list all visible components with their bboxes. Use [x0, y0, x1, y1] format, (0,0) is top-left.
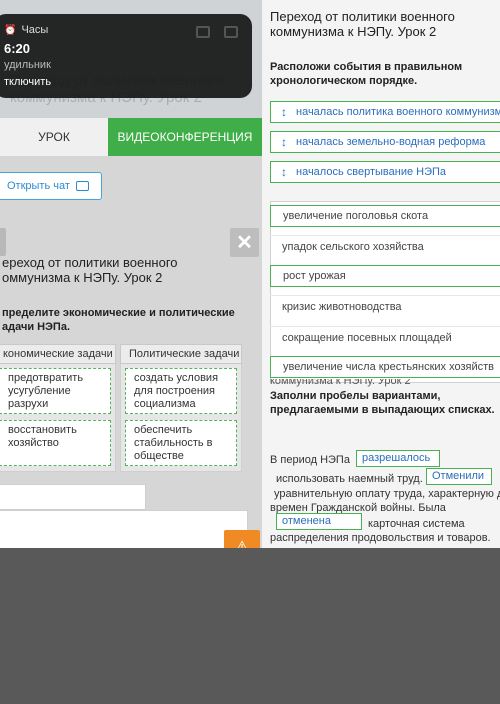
lesson-title: ереход от политики военного оммунизма к … [2, 255, 178, 285]
task-instruction: пределите экономические и политические а… [2, 307, 235, 333]
answer-chip[interactable]: создать условия для построения социализм… [125, 368, 237, 414]
dropdown-option[interactable]: сокращение посевных площадей [270, 326, 500, 348]
select-answer-2[interactable]: Отменили [426, 468, 492, 485]
fill-text: карточная система [368, 518, 465, 530]
drag-arrows-icon[interactable]: ↕ [281, 165, 287, 179]
close-button[interactable]: ✕ [230, 228, 259, 257]
notification-time: 6:20 [4, 41, 31, 56]
economic-tasks-column: кономические задачи предотвратить усугуб… [0, 344, 116, 472]
expand-icon[interactable] [224, 26, 238, 38]
notification-label: удильник [4, 59, 51, 71]
order-item[interactable]: ↕ началась политика военного коммунизма [270, 101, 500, 123]
order-task-instruction: Расположи события в правильном хронологи… [270, 61, 463, 87]
dropdown-option[interactable]: увеличение поголовья скота [270, 205, 500, 227]
column-header: кономические задачи [0, 344, 116, 364]
lesson-title: Переход от политики военного коммунизма … [270, 9, 455, 39]
open-chat-label: Открыть чат [7, 180, 70, 192]
fill-task-instruction: Заполни пробелы вариантами, предлагаемым… [270, 390, 495, 416]
open-chat-button[interactable]: Открыть чат [0, 172, 102, 200]
dropdown-option[interactable]: упадок сельского хозяйства [270, 235, 500, 257]
select-answer-1[interactable]: разрешалось [356, 450, 440, 467]
answer-chip[interactable]: обеспечить стабильность в обществе [125, 420, 237, 466]
order-item[interactable]: ↕ началось свертывание НЭПа [270, 161, 500, 183]
dropdown-option[interactable]: рост урожая [270, 265, 500, 287]
drop-zone[interactable]: предотвратить усугубление разрухи восста… [0, 364, 116, 472]
tab-lesson[interactable]: УРОК [0, 118, 108, 156]
drag-arrows-icon[interactable]: ↕ [281, 135, 287, 149]
page-header: Переход от политики военного коммунизма … [0, 0, 262, 118]
chat-icon [75, 181, 89, 191]
column-header: Политические задачи [120, 344, 242, 364]
right-panel: Переход от политики военного коммунизма … [262, 0, 500, 548]
answer-chip[interactable]: восстановить хозяйство [0, 420, 111, 466]
political-tasks-column: Политические задачи создать условия для … [120, 344, 242, 472]
fill-text: уравнительную оплату труда, характерную … [274, 488, 500, 500]
answer-field[interactable] [0, 484, 146, 510]
drop-zone[interactable]: создать условия для построения социализм… [120, 364, 242, 472]
tab-videoconference[interactable]: ВИДЕОКОНФЕРЕНЦИЯ [108, 118, 262, 156]
dropdown-option[interactable]: увеличение числа крестьянских хозяйств [270, 356, 500, 378]
fill-text: распределения продовольствия и товаров. [270, 532, 491, 544]
alarm-notification[interactable]: ⏰ Часы 6:20 удильник тключить [0, 14, 252, 98]
background-surface [0, 548, 500, 704]
select-answer-3[interactable]: отменена [276, 513, 362, 530]
window-icon[interactable] [196, 26, 210, 38]
notification-app: Часы [21, 24, 49, 36]
order-item[interactable]: ↕ началась земельно-водная реформа [270, 131, 500, 153]
dropdown-option[interactable]: кризис животноводства [270, 295, 500, 317]
tab-bar: УРОК ВИДЕОКОНФЕРЕНЦИЯ [0, 118, 262, 156]
dismiss-alarm-button[interactable]: тключить [4, 76, 252, 88]
answer-chip[interactable]: предотвратить усугубление разрухи [0, 368, 111, 414]
prev-button[interactable] [0, 228, 6, 256]
title-strip: коммунизма к НЭПу. Урок 2 [270, 379, 411, 387]
clock-icon: ⏰ [4, 24, 17, 36]
drag-arrows-icon[interactable]: ↕ [281, 105, 287, 119]
